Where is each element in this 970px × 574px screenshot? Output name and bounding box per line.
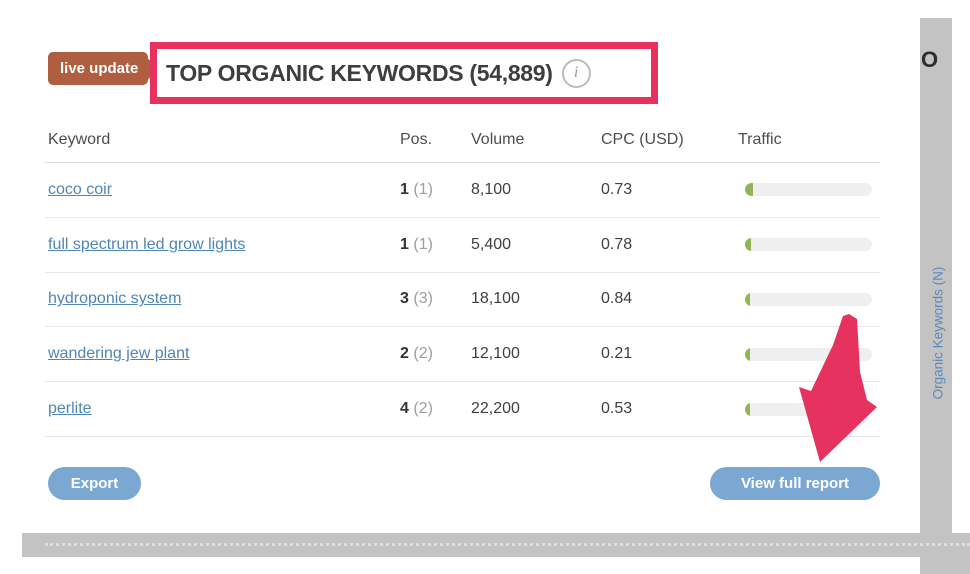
keywords-table: Keyword Pos. Volume CPC (USD) Traffic co…: [45, 118, 880, 437]
table-header-row: Keyword Pos. Volume CPC (USD) Traffic: [45, 118, 880, 163]
cpc-value: 0.53: [598, 400, 735, 418]
cpc-value: 0.73: [598, 181, 735, 199]
volume-value: 22,200: [468, 400, 598, 418]
position-value: 1: [400, 181, 409, 198]
view-full-report-button[interactable]: View full report: [710, 467, 880, 500]
view-full-report-label: View full report: [741, 475, 849, 492]
traffic-bar-fill: [745, 183, 753, 196]
export-button-label: Export: [71, 475, 119, 492]
traffic-bar: [745, 183, 872, 196]
annotation-highlight-box: TOP ORGANIC KEYWORDS (54,889) i: [150, 42, 658, 104]
keyword-link[interactable]: hydroponic system: [48, 290, 181, 307]
traffic-bar-fill: [745, 348, 750, 361]
traffic-bar: [745, 403, 872, 416]
volume-value: 18,100: [468, 290, 598, 308]
cropped-side-heading: O: [921, 47, 938, 73]
traffic-bar: [745, 293, 872, 306]
keyword-link[interactable]: wandering jew plant: [48, 345, 189, 362]
previous-position-value: (1): [413, 181, 433, 198]
info-icon-glyph: i: [574, 64, 578, 82]
traffic-bar: [745, 348, 872, 361]
keyword-link[interactable]: coco coir: [48, 181, 112, 198]
table-row: wandering jew plant 2 (2) 12,1000.21: [45, 327, 880, 382]
cpc-value: 0.21: [598, 345, 735, 363]
volume-value: 12,100: [468, 345, 598, 363]
column-header-pos: Pos.: [397, 131, 468, 149]
position-value: 1: [400, 236, 409, 253]
live-update-badge-label: live update: [60, 60, 138, 77]
volume-value: 8,100: [468, 181, 598, 199]
export-button[interactable]: Export: [48, 467, 141, 500]
dotted-divider: [45, 543, 970, 546]
table-body: coco coir 1 (1) 8,1000.73 full spectrum led…: [45, 163, 880, 437]
cpc-value: 0.78: [598, 236, 735, 254]
info-icon[interactable]: i: [562, 59, 591, 88]
keyword-link[interactable]: perlite: [48, 400, 92, 417]
column-header-traffic: Traffic: [735, 131, 880, 149]
keyword-link[interactable]: full spectrum led grow lights: [48, 236, 245, 253]
cpc-value: 0.84: [598, 290, 735, 308]
table-row: full spectrum led grow lights 1 (1) 5,4000…: [45, 218, 880, 273]
previous-position-value: (2): [413, 345, 433, 362]
position-value: 4: [400, 400, 409, 417]
traffic-bar-fill: [745, 293, 750, 306]
column-header-keyword: Keyword: [45, 131, 397, 149]
position-value: 3: [400, 290, 409, 307]
widget-title: TOP ORGANIC KEYWORDS (54,889): [166, 60, 553, 87]
table-row: hydroponic system 3 (3) 18,1000.84: [45, 273, 880, 328]
previous-position-value: (1): [413, 236, 433, 253]
traffic-bar-fill: [745, 403, 750, 416]
traffic-bar-fill: [745, 238, 751, 251]
traffic-bar: [745, 238, 872, 251]
column-header-cpc: CPC (USD): [598, 131, 735, 149]
volume-value: 5,400: [468, 236, 598, 254]
top-organic-keywords-widget: O Organic Keywords (N) live update TOP O…: [0, 0, 970, 574]
position-value: 2: [400, 345, 409, 362]
table-row: coco coir 1 (1) 8,1000.73: [45, 163, 880, 218]
previous-position-value: (2): [413, 400, 433, 417]
previous-position-value: (3): [413, 290, 433, 307]
side-vertical-label: Organic Keywords (N): [931, 223, 946, 443]
bottom-right-panel-corner: [920, 533, 970, 574]
column-header-volume: Volume: [468, 131, 598, 149]
table-row: perlite 4 (2) 22,2000.53: [45, 382, 880, 437]
live-update-badge: live update: [48, 52, 148, 85]
